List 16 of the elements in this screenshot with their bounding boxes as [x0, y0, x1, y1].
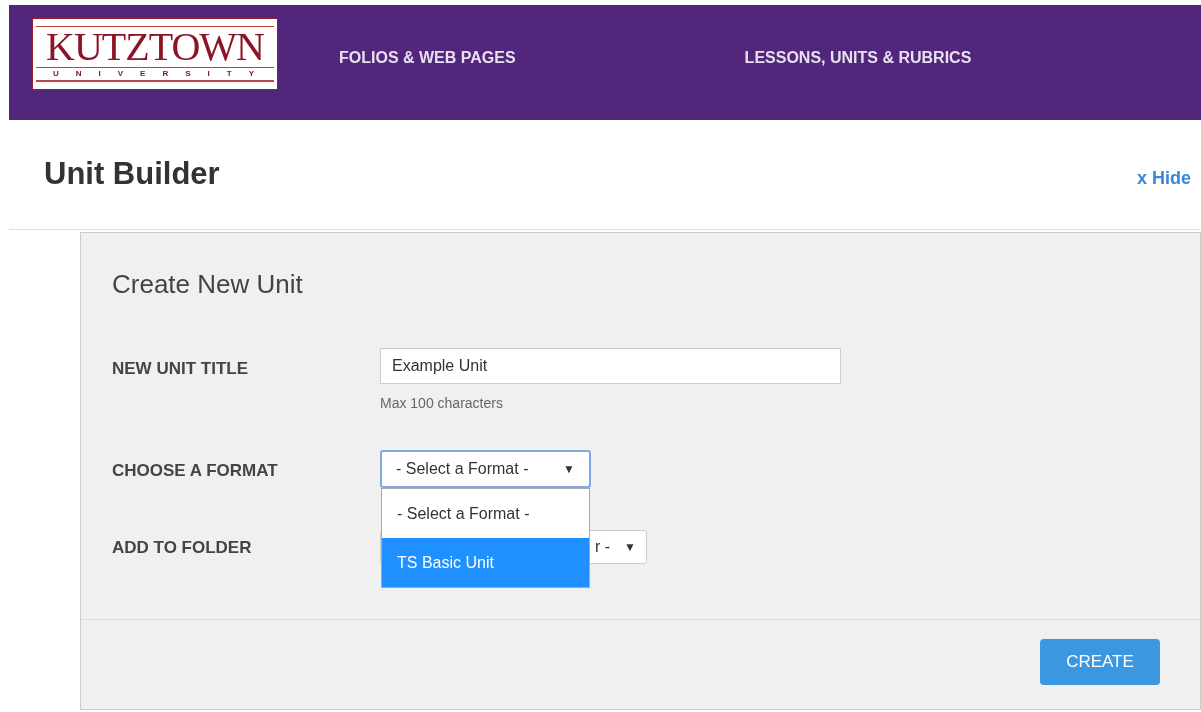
- nav-link[interactable]: LESSONS, UNITS & RUBRICS: [744, 45, 972, 70]
- hide-link[interactable]: x Hide: [1136, 165, 1191, 192]
- university-logo[interactable]: KUTZTOWN UNIVERSITY: [33, 18, 277, 89]
- caret-icon: ▼: [563, 460, 575, 478]
- field-label: CHOOSE A FORMAT: [112, 460, 279, 482]
- format-select[interactable]: - Select a Format - ▼: [380, 450, 591, 488]
- logo-subtitle: UNIVERSITY: [36, 67, 274, 82]
- nav-link[interactable]: FOLIOS & WEB PAGES: [339, 45, 516, 70]
- logo-name: KUTZTOWN: [36, 25, 274, 68]
- form-title: Create New Unit: [112, 269, 303, 299]
- caret-icon: ▼: [624, 538, 636, 556]
- title-input[interactable]: Example Unit: [380, 348, 841, 384]
- page-title: Unit Builder: [44, 155, 220, 194]
- help-text: Max 100 characters: [380, 394, 504, 413]
- field-label: NEW UNIT TITLE: [112, 358, 249, 380]
- field-label: ADD TO FOLDER: [112, 537, 253, 559]
